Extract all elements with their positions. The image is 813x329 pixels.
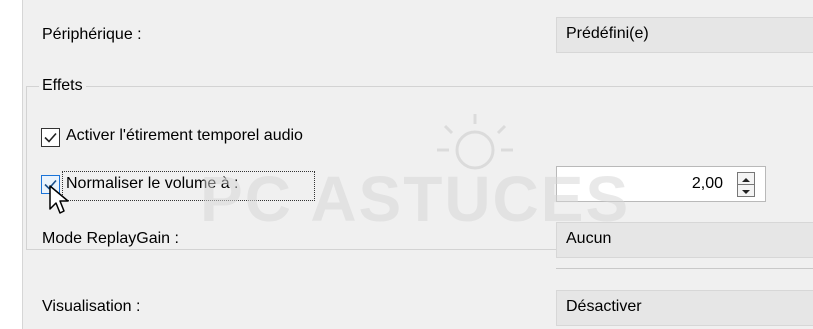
normalize-value[interactable]: 2,00 xyxy=(692,175,723,193)
replaygain-dropdown[interactable]: Aucun xyxy=(556,222,813,258)
timestretch-checkbox[interactable] xyxy=(41,128,60,147)
spin-buttons[interactable] xyxy=(737,172,755,197)
device-label: Périphérique : xyxy=(42,26,142,43)
normalize-label[interactable]: Normaliser le volume à : xyxy=(66,175,239,193)
spin-down-button[interactable] xyxy=(738,185,754,196)
visualisation-dropdown[interactable]: Désactiver xyxy=(556,290,813,326)
replaygain-label: Mode ReplayGain : xyxy=(42,230,179,247)
visualisation-label: Visualisation : xyxy=(42,298,141,315)
device-value: Prédéfini(e) xyxy=(566,25,649,42)
mouse-cursor-icon xyxy=(49,185,69,214)
checkmark-icon xyxy=(44,132,57,143)
replaygain-value: Aucun xyxy=(566,230,612,247)
divider xyxy=(556,268,813,269)
spin-down-icon xyxy=(742,190,750,194)
timestretch-label[interactable]: Activer l'étirement temporel audio xyxy=(66,127,303,145)
visualisation-value: Désactiver xyxy=(566,298,642,315)
spin-up-button[interactable] xyxy=(738,173,754,185)
normalize-spinbox[interactable]: 2,00 xyxy=(556,166,766,202)
device-dropdown[interactable]: Prédéfini(e) xyxy=(556,17,813,53)
effects-title: Effets xyxy=(39,77,86,95)
